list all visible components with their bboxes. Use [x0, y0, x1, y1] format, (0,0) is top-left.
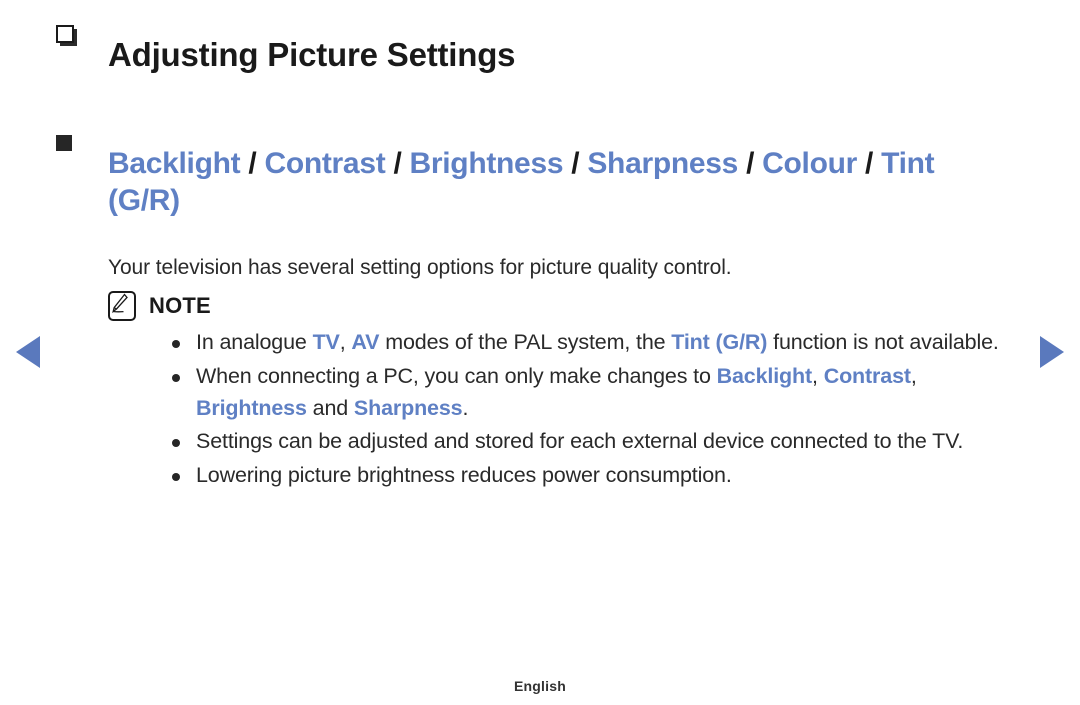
keyword-contrast-note[interactable]: Contrast — [824, 364, 911, 388]
note-text-2b: , — [812, 364, 824, 389]
note-text-1d: function is not available. — [767, 330, 999, 355]
square-3d-icon — [56, 25, 82, 51]
keyword-colour[interactable]: Colour — [762, 147, 857, 180]
keyword-brightness-note[interactable]: Brightness — [196, 396, 307, 420]
section-heading-row: Backlight / Contrast / Brightness / Shar… — [56, 121, 1024, 244]
keyword-contrast[interactable]: Contrast — [264, 147, 385, 180]
keyword-tint-gr[interactable]: Tint (G/R) — [671, 330, 767, 354]
note-header: NOTE — [108, 291, 1024, 322]
note-text-3: Settings can be adjusted and stored for … — [196, 429, 964, 454]
note-text-1a: In analogue — [196, 330, 313, 355]
note-text-4: Lowering picture brightness reduces powe… — [196, 462, 732, 487]
separator-2: / — [385, 147, 410, 181]
note-text-2e: . — [462, 395, 469, 420]
list-item: In analogue TV, AV modes of the PAL syst… — [56, 327, 1024, 359]
list-item: Settings can be adjusted and stored for … — [56, 426, 1024, 458]
separator-4: / — [738, 147, 763, 181]
keyword-brightness[interactable]: Brightness — [410, 147, 564, 180]
note-pencil-icon — [108, 291, 136, 322]
keyword-sharpness-note[interactable]: Sharpness — [354, 396, 463, 420]
page-title-row: Adjusting Picture Settings — [56, 14, 1024, 97]
separator-5: / — [857, 147, 882, 181]
note-text-1b: , — [339, 330, 352, 355]
note-list: In analogue TV, AV modes of the PAL syst… — [56, 327, 1024, 491]
keyword-backlight-note[interactable]: Backlight — [717, 364, 813, 388]
page-content: Adjusting Picture Settings Backlight / C… — [56, 14, 1024, 493]
list-item: Lowering picture brightness reduces powe… — [56, 460, 1024, 492]
keyword-tv[interactable]: TV — [313, 330, 340, 354]
keyword-av[interactable]: AV — [351, 330, 379, 354]
note-label: NOTE — [149, 293, 211, 319]
note-text-2c: , — [910, 364, 917, 389]
note-text-1c: modes of the PAL system, the — [379, 330, 672, 355]
previous-page-arrow-icon[interactable] — [16, 336, 40, 368]
keyword-sharpness[interactable]: Sharpness — [587, 147, 738, 180]
manual-page: Adjusting Picture Settings Backlight / C… — [0, 0, 1080, 705]
section-heading: Backlight / Contrast / Brightness / Shar… — [108, 146, 1013, 219]
page-title: Adjusting Picture Settings — [108, 36, 516, 74]
note-text-2d: and — [306, 395, 354, 420]
note-text-2a: When connecting a PC, you can only make … — [196, 364, 717, 389]
filled-square-icon — [56, 135, 72, 152]
list-item: When connecting a PC, you can only make … — [56, 361, 1024, 424]
next-page-arrow-icon[interactable] — [1040, 336, 1064, 368]
section-description: Your television has several setting opti… — [108, 256, 732, 280]
keyword-backlight[interactable]: Backlight — [108, 147, 241, 180]
footer-language-label: English — [514, 678, 566, 694]
separator-1: / — [240, 147, 265, 181]
separator-3: / — [563, 147, 588, 181]
